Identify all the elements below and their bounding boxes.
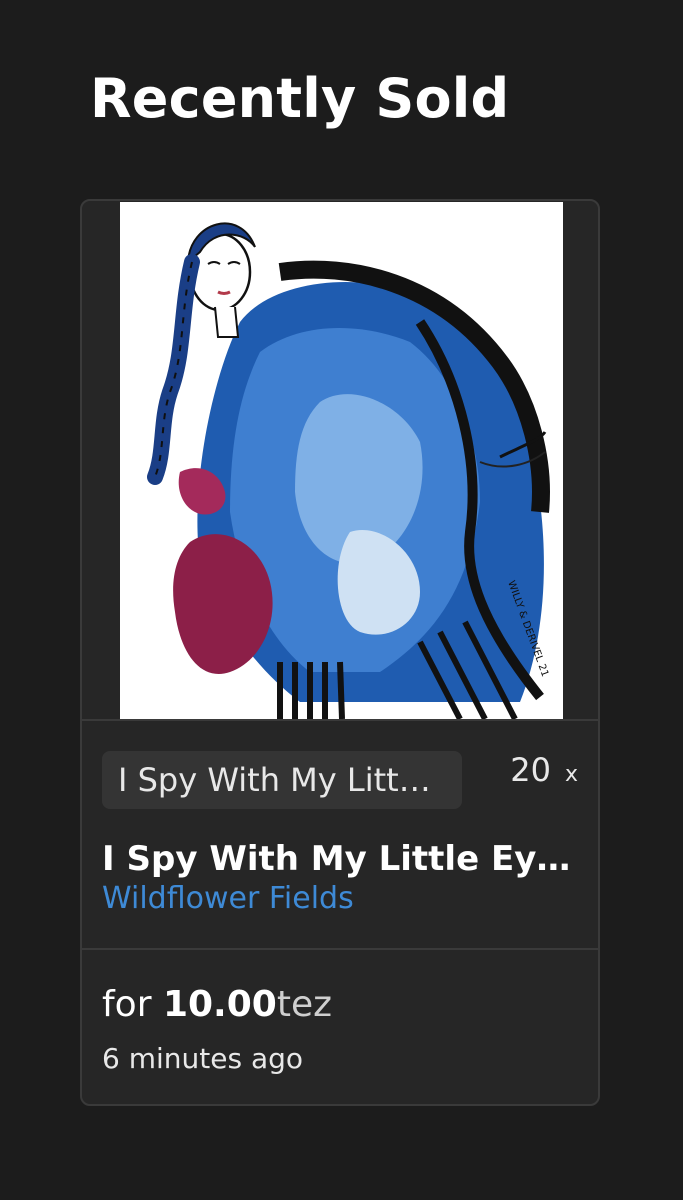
card-divider-top [82, 719, 598, 721]
price-prefix: for [102, 984, 152, 1025]
artwork-illustration: WILLY & DERIVEL 21 [120, 202, 563, 719]
recently-sold-page: Recently Sold WILLY & DERIVEL 21 I Spy W… [0, 0, 683, 1200]
price-amount: 10.00 [162, 984, 277, 1025]
sale-price: for 10.00tez [102, 981, 332, 1029]
edition-count: 20 x [510, 751, 578, 795]
section-title: Recently Sold [90, 67, 510, 130]
card-divider-bottom [82, 948, 598, 950]
artist-link[interactable]: Wildflower Fields [102, 879, 354, 919]
artwork-image[interactable]: WILLY & DERIVEL 21 [120, 202, 563, 719]
token-title[interactable]: I Spy With My Little Ey… [102, 837, 570, 881]
price-currency: tez [276, 984, 332, 1025]
edition-count-suffix: x [564, 762, 578, 787]
sale-card[interactable]: WILLY & DERIVEL 21 I Spy With My Litt… 2… [80, 199, 600, 1106]
collection-chip[interactable]: I Spy With My Litt… [102, 751, 462, 809]
edition-count-value: 20 [510, 751, 551, 789]
sale-time: 6 minutes ago [102, 1042, 304, 1075]
